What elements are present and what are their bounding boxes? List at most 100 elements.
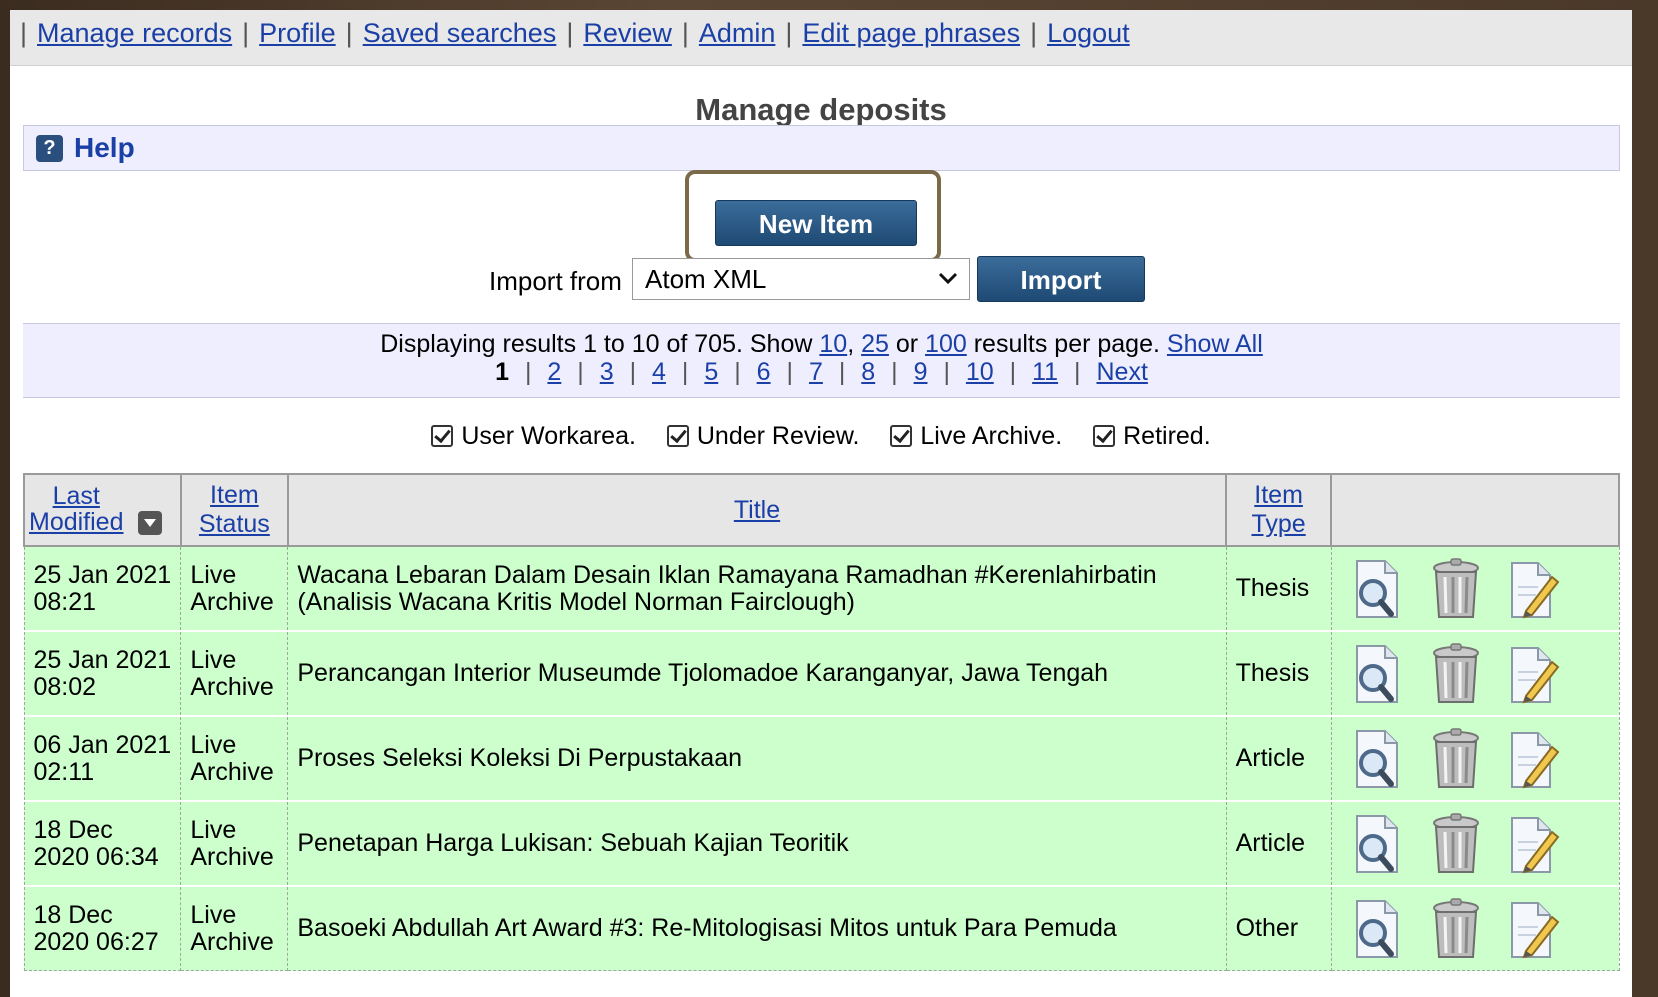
time-text: 08:21 (33, 587, 97, 616)
trash-icon[interactable] (1430, 557, 1482, 621)
per-page-text: results per page. (973, 330, 1160, 358)
cell-item-status: Live Archive (180, 800, 289, 887)
checkbox-checked[interactable] (890, 425, 913, 447)
sort-desc-icon[interactable] (137, 511, 162, 536)
view-icon[interactable] (1351, 642, 1403, 706)
edit-icon[interactable] (1508, 812, 1560, 876)
status-text: Archive (190, 672, 274, 701)
cell-title: Basoeki Abdullah Art Award #3: Re-Mitolo… (287, 885, 1227, 971)
cell-item-type: Article (1225, 715, 1332, 802)
edit-icon[interactable] (1508, 727, 1560, 791)
checkbox-checked[interactable] (431, 425, 454, 447)
nav-manage-records[interactable]: Manage records (37, 18, 232, 49)
filter-retired[interactable]: Retired. (1093, 422, 1211, 451)
per-page-100-link[interactable]: 100 (925, 330, 967, 358)
filter-user-workarea[interactable]: User Workarea. (431, 422, 636, 451)
page-link[interactable]: 5 (704, 358, 718, 386)
page-link[interactable]: 10 (966, 358, 994, 386)
import-button[interactable]: Import (977, 256, 1145, 302)
type-text: Thesis (1235, 574, 1310, 602)
view-icon[interactable] (1351, 897, 1403, 961)
trash-icon[interactable] (1430, 642, 1482, 706)
col-item-type: Item Type (1225, 473, 1333, 547)
trash-icon[interactable] (1430, 727, 1482, 791)
title-text: Perancangan Interior Museumde Tjolomadoe… (297, 659, 1109, 687)
import-format-value: Atom XML (645, 264, 767, 294)
view-icon[interactable] (1351, 812, 1403, 876)
page-separator: | (681, 358, 689, 386)
per-page-10-link[interactable]: 10 (819, 330, 847, 358)
per-page-25-link[interactable]: 25 (861, 330, 889, 358)
cell-item-type: Thesis (1225, 630, 1332, 717)
view-icon[interactable] (1351, 557, 1403, 621)
page-separator: | (524, 358, 532, 386)
sort-item-type-link[interactable]: Item Type (1251, 481, 1305, 538)
help-link[interactable]: Help (74, 132, 135, 164)
nav-profile[interactable]: Profile (259, 18, 336, 49)
cell-last-modified: 18 Dec 2020 06:34 (23, 800, 182, 887)
table-row: 25 Jan 2021 08:21 Live Archive Wacana Leba… (23, 545, 1620, 632)
table-row: 18 Dec 2020 06:27 Live Archive Basoeki Abd… (23, 885, 1620, 971)
header-text: Item (210, 481, 259, 509)
nav-saved-searches[interactable]: Saved searches (363, 18, 557, 49)
page-link[interactable]: 8 (861, 358, 875, 386)
cell-title: Perancangan Interior Museumde Tjolomadoe… (287, 630, 1227, 717)
sort-item-status-link[interactable]: Item Status (199, 481, 270, 538)
nav-logout[interactable]: Logout (1047, 18, 1130, 49)
trash-icon[interactable] (1430, 897, 1482, 961)
cell-last-modified: 06 Jan 2021 02:11 (23, 715, 182, 802)
import-format-select[interactable]: Atom XML (632, 258, 970, 300)
filter-label: Under Review. (696, 422, 860, 450)
filter-label: User Workarea. (461, 422, 636, 450)
title-text: Penetapan Harga Lukisan: Sebuah Kajian T… (297, 829, 849, 857)
cell-actions (1330, 715, 1620, 802)
title-text: Wacana Lebaran Dalam Desain Iklan Ramaya… (297, 560, 1157, 589)
date-text: 18 Dec (33, 815, 113, 844)
sort-title-link[interactable]: Title (734, 496, 780, 524)
edit-icon[interactable] (1508, 557, 1560, 621)
edit-icon[interactable] (1508, 897, 1560, 961)
page-link[interactable]: 6 (757, 358, 771, 386)
page-link[interactable]: 3 (600, 358, 614, 386)
help-bar[interactable]: ? Help (23, 125, 1620, 171)
next-page-link[interactable]: Next (1096, 358, 1147, 386)
nav-admin[interactable]: Admin (699, 18, 776, 49)
page-link[interactable]: 2 (547, 358, 561, 386)
sort-last-modified-link[interactable]: Last Modified (29, 483, 124, 535)
edit-icon[interactable] (1508, 642, 1560, 706)
nav-review[interactable]: Review (583, 18, 672, 49)
date-text: 25 Jan 2021 (33, 560, 172, 589)
checkbox-checked[interactable] (666, 425, 689, 447)
cell-item-type: Thesis (1225, 545, 1332, 632)
nav-edit-page-phrases[interactable]: Edit page phrases (802, 18, 1020, 49)
current-page: 1 (495, 358, 509, 386)
pagination: 1 | 2 | 3 | 4 | 5 | 6 | 7 | 8 | 9 | 10 |… (23, 358, 1620, 387)
header-text: Item (1254, 481, 1303, 509)
page-link[interactable]: 9 (914, 358, 928, 386)
header-text: Last (52, 482, 100, 510)
new-item-button[interactable]: New Item (715, 200, 917, 246)
col-last-modified: Last Modified (23, 473, 182, 547)
filter-under-review[interactable]: Under Review. (666, 422, 860, 451)
nav-separator: | (242, 17, 250, 48)
cell-title: Penetapan Harga Lukisan: Sebuah Kajian T… (287, 800, 1227, 887)
import-label: Import from (489, 266, 622, 296)
checkbox-checked[interactable] (1093, 425, 1116, 447)
cell-last-modified: 25 Jan 2021 08:21 (23, 545, 182, 632)
page-link[interactable]: 7 (809, 358, 823, 386)
status-text: Archive (190, 757, 274, 786)
page-title: Manage deposits (695, 92, 947, 127)
view-icon[interactable] (1351, 727, 1403, 791)
date-text: 06 Jan 2021 (33, 730, 172, 759)
filter-live-archive[interactable]: Live Archive. (890, 422, 1062, 451)
page-separator: | (734, 358, 741, 386)
status-text: Archive (190, 587, 274, 616)
page-link[interactable]: 11 (1032, 358, 1058, 386)
trash-icon[interactable] (1430, 812, 1482, 876)
cell-title: Wacana Lebaran Dalam Desain Iklan Ramaya… (287, 545, 1227, 632)
type-text: Thesis (1235, 659, 1310, 687)
page-link[interactable]: 4 (652, 358, 666, 386)
results-summary-text: Displaying results 1 to 10 of 705. Show (380, 330, 813, 358)
cell-actions (1330, 800, 1620, 887)
show-all-link[interactable]: Show All (1167, 330, 1263, 358)
